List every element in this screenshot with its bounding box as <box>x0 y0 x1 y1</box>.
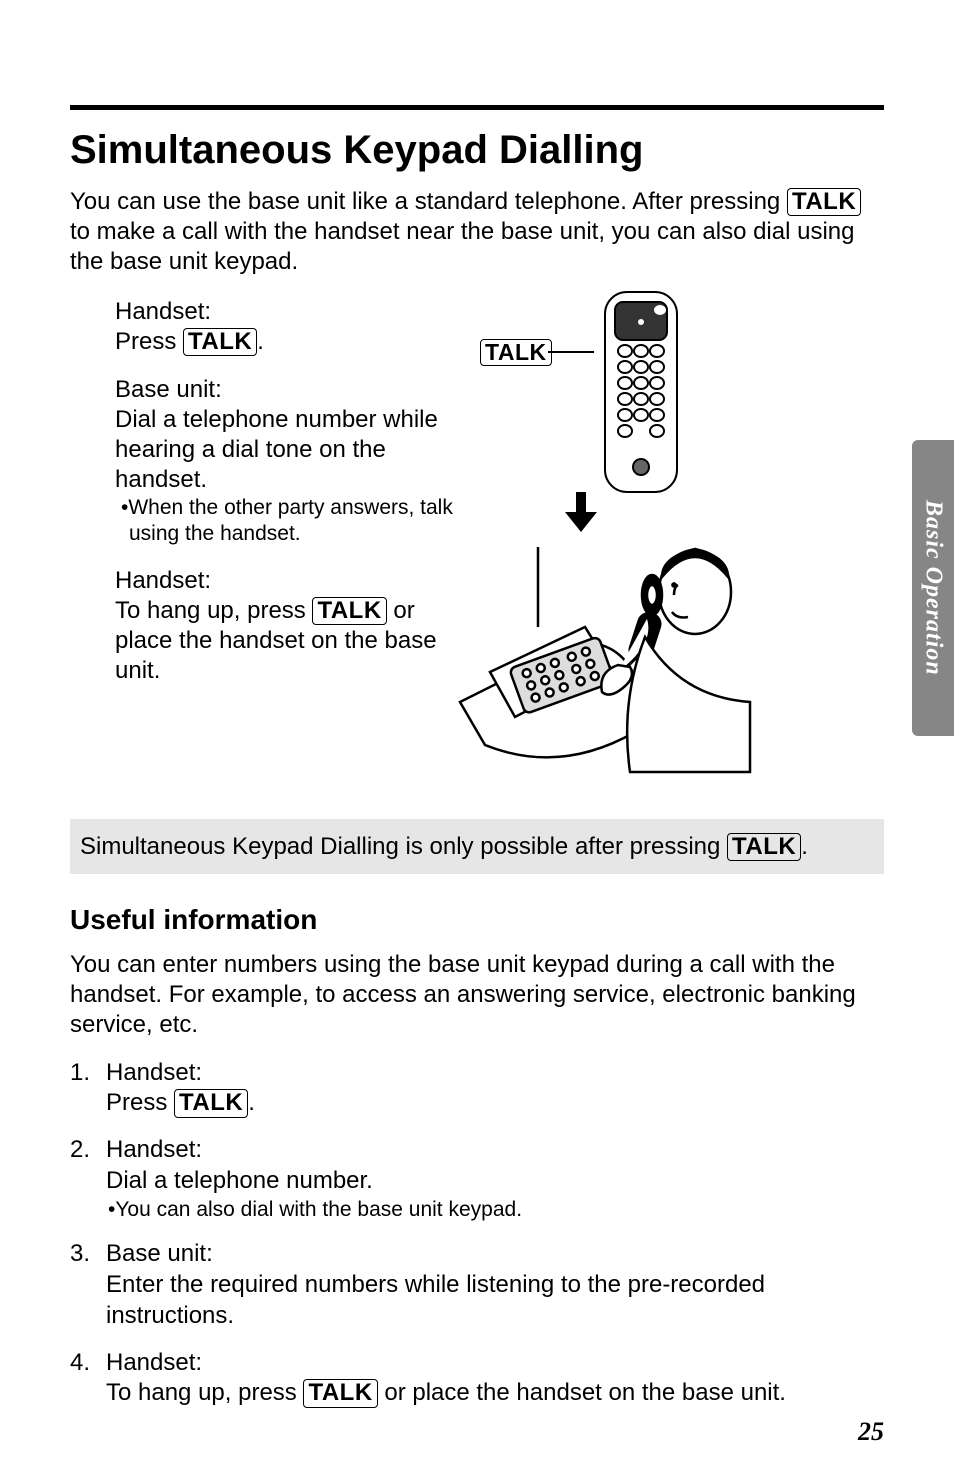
item-4-l2b: or place the handset on the base unit. <box>378 1379 786 1406</box>
step-1-line2a: Press <box>115 328 183 355</box>
step-2-note: •When the other party answers, talk usin… <box>115 495 455 548</box>
item-number: 2. <box>70 1135 90 1166</box>
item-2-l1: Handset: <box>106 1135 884 1166</box>
handset-illustration <box>565 287 745 517</box>
callout-a: Simultaneous Keypad Dialling is only pos… <box>80 833 727 860</box>
item-4-l2a: To hang up, press <box>106 1379 303 1406</box>
useful-heading: Useful information <box>70 904 884 936</box>
diagram-talk-label: TALK <box>480 339 552 366</box>
talk-key-icon: TALK <box>303 1379 377 1407</box>
steps-column: Handset: Press TALK. Base unit: Dial a t… <box>70 297 455 704</box>
list-item: 3. Base unit: Enter the required numbers… <box>70 1239 884 1331</box>
talk-key-icon: TALK <box>727 833 801 861</box>
item-1-l2b: . <box>248 1089 255 1116</box>
talk-key-icon: TALK <box>787 188 861 216</box>
step-2-line2: Dial a telephone number while hearing a … <box>115 405 455 495</box>
intro-text-b: to make a call with the handset near the… <box>70 218 855 275</box>
intro-paragraph: You can use the base unit like a standar… <box>70 187 884 277</box>
step-2-line1: Base unit: <box>115 375 455 405</box>
item-2-l2: Dial a telephone number. <box>106 1166 884 1197</box>
list-item: 1. Handset: Press TALK. <box>70 1058 884 1119</box>
step-1-line2b: . <box>257 328 264 355</box>
arrow-down-icon <box>565 492 597 532</box>
step-3-line2a: To hang up, press <box>115 597 312 624</box>
list-item: 4. Handset: To hang up, press TALK or pl… <box>70 1348 884 1409</box>
step-2: Base unit: Dial a telephone number while… <box>115 375 455 548</box>
callout-box: Simultaneous Keypad Dialling is only pos… <box>70 819 884 874</box>
person-base-illustration <box>430 527 760 777</box>
talk-key-icon: TALK <box>183 328 257 356</box>
step-3-line1: Handset: <box>115 566 455 596</box>
top-rule <box>70 105 884 110</box>
step-1: Handset: Press TALK. <box>115 297 455 357</box>
illustration-column: TALK <box>455 297 884 704</box>
step-3: Handset: To hang up, press TALK or place… <box>115 566 455 686</box>
list-item: 2. Handset: Dial a telephone number. •Yo… <box>70 1135 884 1223</box>
item-3-l1: Base unit: <box>106 1239 884 1270</box>
callout-b: . <box>801 833 808 860</box>
item-4-l1: Handset: <box>106 1348 884 1379</box>
item-number: 3. <box>70 1239 90 1270</box>
intro-text-a: You can use the base unit like a standar… <box>70 188 787 215</box>
item-2-note: •You can also dial with the base unit ke… <box>106 1197 884 1224</box>
useful-intro: You can enter numbers using the base uni… <box>70 950 884 1040</box>
item-number: 4. <box>70 1348 90 1379</box>
page-number: 25 <box>858 1417 884 1447</box>
step-1-line1: Handset: <box>115 297 455 327</box>
item-1-l2a: Press <box>106 1089 174 1116</box>
item-number: 1. <box>70 1058 90 1089</box>
item-3-l2: Enter the required numbers while listeni… <box>106 1270 884 1331</box>
useful-list: 1. Handset: Press TALK. 2. Handset: Dial… <box>70 1058 884 1409</box>
item-1-l1: Handset: <box>106 1058 884 1089</box>
talk-key-icon: TALK <box>174 1089 248 1117</box>
talk-key-icon: TALK <box>480 339 552 366</box>
talk-key-icon: TALK <box>312 597 386 625</box>
page-title: Simultaneous Keypad Dialling <box>70 128 884 173</box>
